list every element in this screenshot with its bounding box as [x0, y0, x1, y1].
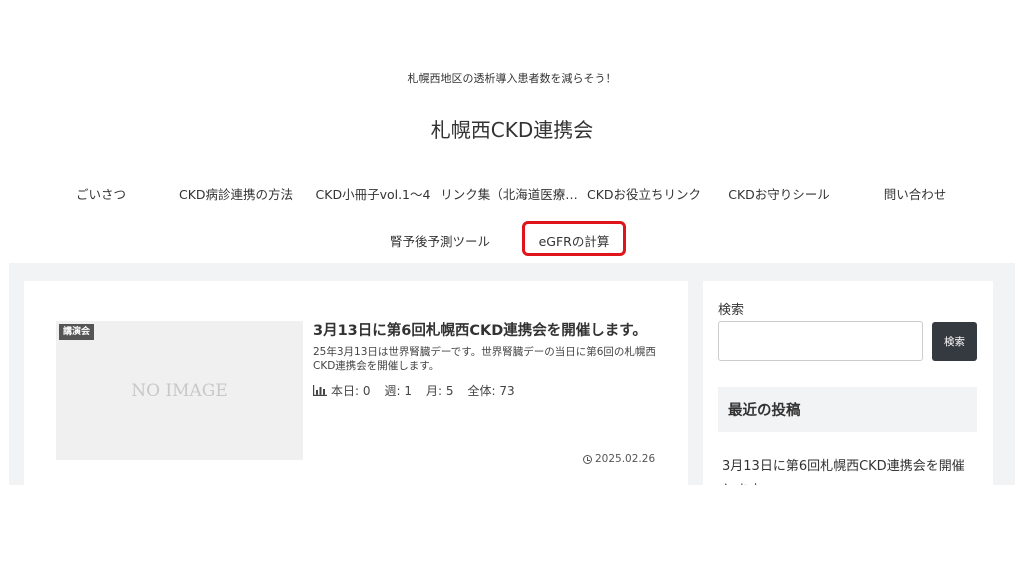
nav-item-greeting[interactable]: ごいさつ: [62, 184, 140, 203]
view-stats: 本日: 0 週: 1 月: 5 全体: 73: [313, 382, 515, 399]
no-image-placeholder: NO IMAGE: [131, 380, 228, 401]
nav-item-contact[interactable]: 問い合わせ: [872, 184, 958, 203]
nav-item-ckd-referral[interactable]: CKD病診連携の方法: [170, 184, 302, 203]
nav-item-links[interactable]: リンク集（北海道医療…: [440, 184, 578, 203]
stat-month: 月: 5: [426, 384, 454, 398]
bar-chart-icon: [313, 385, 327, 396]
nav-item-kidney-prognosis-tool[interactable]: 腎予後予測ツール: [382, 231, 498, 250]
nav-highlight-box: [522, 221, 626, 256]
post-date: 2025.02.26: [583, 453, 655, 465]
recent-posts-title: 最近の投稿: [728, 403, 801, 419]
stat-week: 週: 1: [384, 384, 413, 398]
search-widget-title: 検索: [718, 303, 745, 318]
nav-item-ckd-useful-links[interactable]: CKDお役立ちリンク: [582, 184, 706, 203]
post-title[interactable]: 3月13日に第6回札幌西CKD連携会を開催します。: [313, 319, 647, 340]
post-thumbnail[interactable]: NO IMAGE: [56, 321, 303, 460]
clock-icon: [583, 454, 592, 464]
page-bottom-margin: [0, 485, 1024, 576]
page: 札幌西地区の透析導入患者数を減らそう！ 札幌西CKD連携会 ごいさつ CKD病診…: [0, 0, 1024, 576]
post-date-text: 2025.02.26: [595, 453, 656, 465]
nav-item-ckd-booklet[interactable]: CKD小冊子vol.1〜4: [312, 184, 434, 203]
nav-item-ckd-sticker[interactable]: CKDお守りシール: [720, 184, 838, 203]
site-title[interactable]: 札幌西CKD連携会: [0, 114, 1024, 143]
category-badge[interactable]: 講演会: [59, 324, 95, 340]
search-input[interactable]: [718, 321, 923, 361]
search-button[interactable]: 検索: [932, 322, 977, 361]
post-excerpt: 25年3月13日は世界腎臓デーです。世界腎臓デーの当日に第6回の札幌西CKD連携…: [313, 346, 656, 372]
stat-today: 本日: 0: [331, 384, 371, 398]
stat-total: 全体: 73: [467, 384, 515, 398]
site-tagline: 札幌西地区の透析導入患者数を減らそう！: [407, 72, 617, 85]
